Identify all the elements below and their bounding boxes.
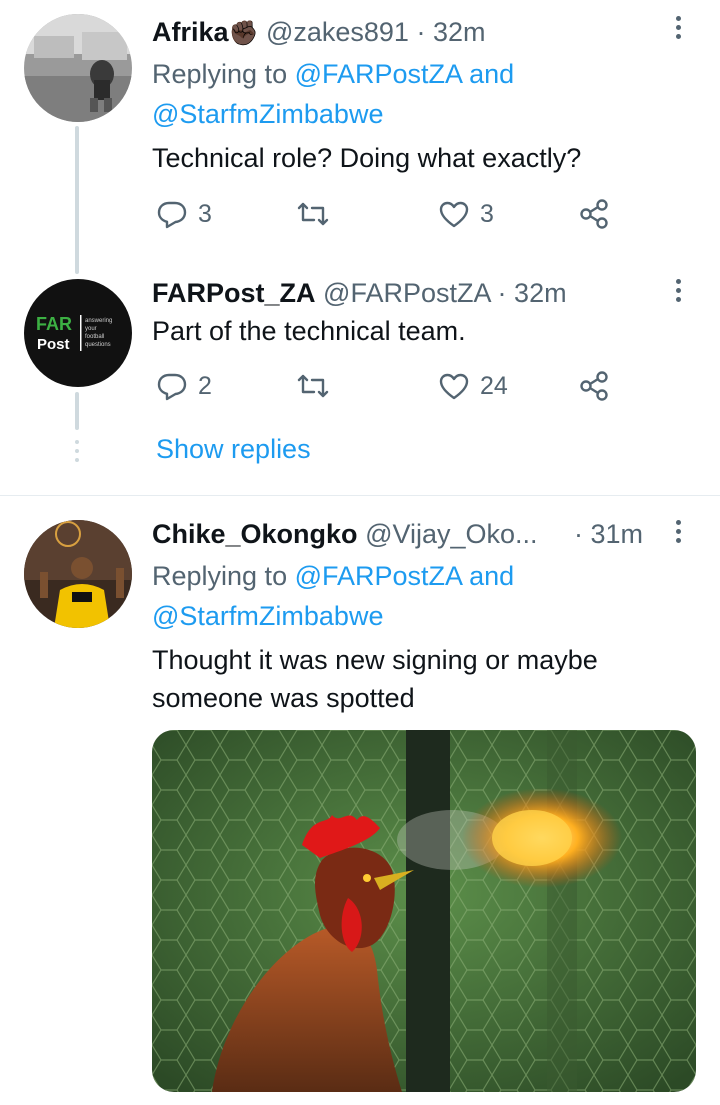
retweet-icon [297,374,329,398]
reply-button[interactable]: 2 [156,370,212,402]
reply-icon [157,373,187,401]
tweet-text: Thought it was new signing or maybe some… [152,641,598,717]
divider [0,495,720,496]
display-name[interactable]: Chike_Okongko [152,519,358,549]
replying-to: Replying to @FARPostZA and [152,556,514,596]
tweet-text-line: Thought it was new signing or maybe [152,645,598,675]
like-icon [439,201,469,228]
retweet-icon [297,202,329,226]
display-name[interactable]: Afrika [152,17,229,47]
avatar-logo-post: Post [37,336,70,353]
reply-count: 3 [198,199,212,228]
tweet-text: Technical role? Doing what exactly? [152,143,582,173]
separator-dot: · [574,519,583,549]
avatar[interactable] [24,14,132,122]
timestamp[interactable]: 32m [514,278,567,308]
more-icon[interactable] [676,279,684,306]
replying-to-line2: @StarfmZimbabwe [152,596,383,636]
avatar-tagline-2: your [85,326,97,332]
avatar[interactable] [24,520,132,628]
replying-prefix: Replying to [152,59,288,89]
separator-dot: · [416,17,426,47]
like-count: 24 [480,371,508,400]
tweet-time-wrap: · 31m [574,516,643,552]
mention-link[interactable]: @StarfmZimbabwe [152,601,383,631]
show-replies-link[interactable]: Show replies [156,434,311,465]
tweet-text: Part of the technical team. [152,316,466,346]
thread-line [75,126,79,274]
display-name[interactable]: FARPost_ZA [152,278,316,308]
more-icon[interactable] [676,16,684,43]
separator-dot: · [497,278,507,308]
mention-and[interactable]: and [469,561,514,591]
reply-count: 2 [198,371,212,400]
mention-and[interactable]: and [469,59,514,89]
replying-to-line2: @StarfmZimbabwe [152,94,383,134]
tweet-header: Chike_Okongko @Vijay_Oko... [152,516,538,552]
share-button[interactable] [578,198,610,230]
share-icon [580,371,608,401]
handle[interactable]: @Vijay_Oko... [365,519,537,549]
mention-link[interactable]: @FARPostZA [295,59,462,89]
reply-icon [157,201,187,229]
tweet-header: Afrika✊🏿 @zakes891 · 32m [152,14,486,52]
replying-prefix: Replying to [152,561,288,591]
more-icon[interactable] [676,520,684,547]
avatar[interactable]: FAR Post answering your football questio… [24,279,132,387]
share-button[interactable] [578,370,610,402]
avatar-logo-far: FAR [36,314,72,334]
avatar-tagline-1: answering [85,318,112,324]
tweet-text-line: someone was spotted [152,683,415,713]
reply-button[interactable]: 3 [156,198,212,230]
thread-dots [75,440,79,467]
timestamp[interactable]: 31m [591,519,644,549]
mention-link[interactable]: @FARPostZA [295,561,462,591]
thread-line [75,392,79,430]
handle[interactable]: @zakes891 [266,17,409,47]
like-button[interactable]: 3 [438,198,494,230]
share-icon [580,199,608,229]
fist-emoji: ✊🏿 [228,20,259,47]
replying-to: Replying to @FARPostZA and [152,54,514,94]
retweet-button[interactable] [296,198,330,230]
mention-link[interactable]: @StarfmZimbabwe [152,99,383,129]
avatar-tagline-4: questions [85,342,111,348]
like-icon [439,373,469,400]
handle[interactable]: @FARPostZA [323,278,490,308]
tweet-header: FARPost_ZA @FARPostZA · 32m [152,275,567,311]
like-button[interactable]: 24 [438,370,508,402]
avatar-tagline-3: football [85,334,104,340]
retweet-button[interactable] [296,370,330,402]
timestamp[interactable]: 32m [433,17,486,47]
tweet-media-image[interactable] [152,730,696,1092]
like-count: 3 [480,199,494,228]
